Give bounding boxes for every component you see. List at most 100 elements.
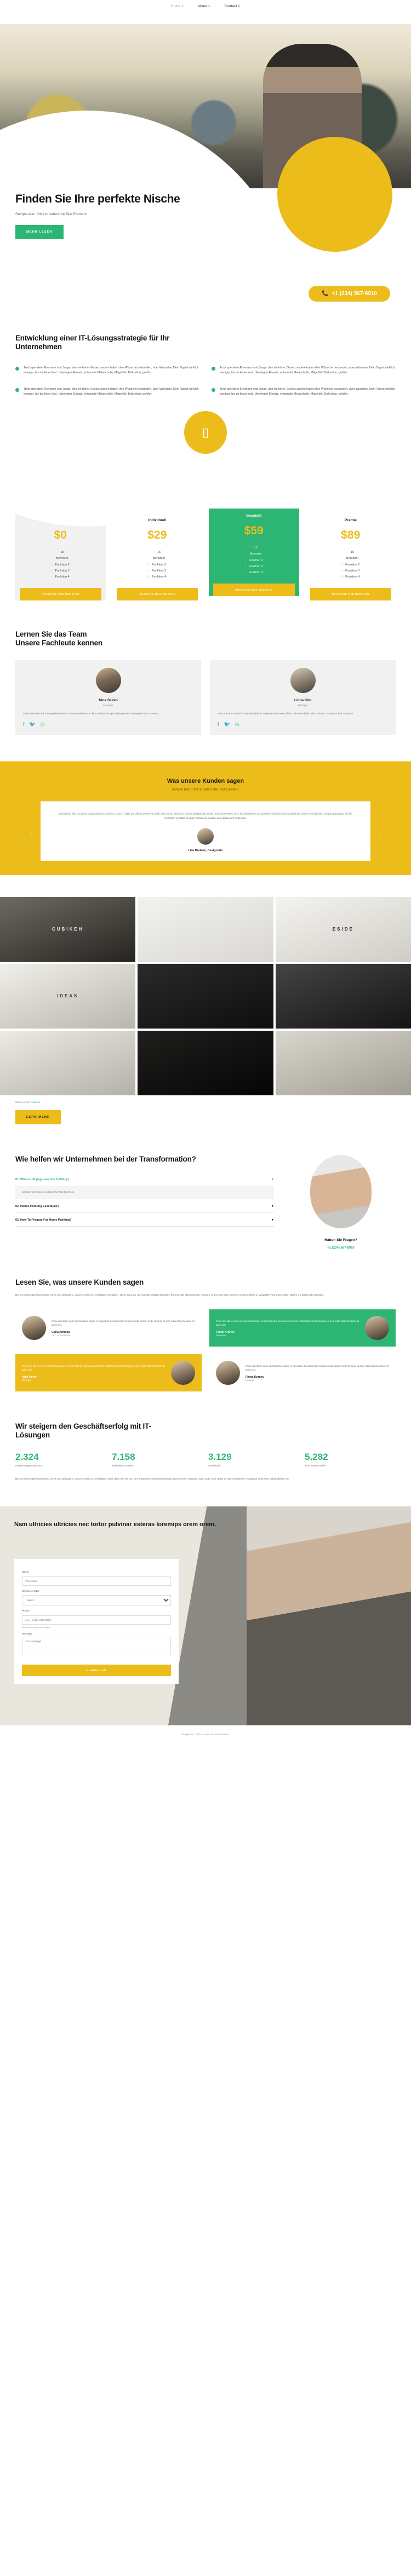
hero-phone-number: +1 (234) 567-8910	[332, 291, 377, 297]
plan-features: 15 Benutzer Funktion 2 Funktion 3 Funkti…	[213, 545, 295, 576]
hero-cta-button[interactable]: Mehr lesen	[15, 225, 64, 240]
plan-price: $89	[341, 529, 361, 542]
plan-feature: 15	[117, 550, 198, 556]
topic-label: Choose A Topic	[22, 1590, 39, 1593]
avatar	[171, 1360, 195, 1385]
portfolio-tile[interactable]: IDEAS	[0, 963, 136, 1029]
bullet-dot-icon	[15, 388, 19, 392]
testimonial-subtitle: Sample text. Click to select the Text El…	[172, 787, 239, 792]
faq-answer: Sample text. Click to select the Text El…	[15, 1186, 274, 1200]
plan-features: 15 Benutzer Funktion 2 Funktion 3 Funkti…	[310, 550, 392, 580]
carousel-next-button[interactable]: ›	[376, 831, 384, 839]
plan-cta-button[interactable]: Holen Sie sich den Plan	[116, 588, 198, 601]
plan-feature: Funktion 3	[20, 568, 101, 574]
bullet-dot-icon	[212, 388, 215, 392]
plan-cta-button[interactable]: Holen Sie sich den Plan	[213, 584, 295, 597]
plan-feature: Funktion 4	[117, 574, 198, 580]
stat-item: 5.282 Eine Tasse Kaffee	[305, 1452, 396, 1468]
plan-cta-button[interactable]: Holen Sie sich den Plan	[310, 588, 391, 601]
stat-value: 5.282	[305, 1452, 328, 1463]
testimonial-section: Was unsere Kunden sagen Sample text. Cli…	[0, 761, 411, 875]
team-card: Nina Scavo Manager Duis aute irure dolor…	[15, 660, 201, 735]
submit-button[interactable]: Einreichen	[22, 1665, 171, 1677]
review-card: Proin sed libero enim sed faucibus turpi…	[15, 1354, 202, 1391]
faq-side-phone[interactable]: +1 (234) 567-8910	[286, 1246, 396, 1250]
team-member-name: Nina Scavo	[99, 698, 118, 702]
instagram-icon[interactable]: ◎	[41, 721, 45, 727]
facebook-icon[interactable]: f	[23, 721, 25, 727]
avatar	[216, 1360, 240, 1385]
review-card: Proin sed libero enim sed faucibus turpi…	[15, 1309, 202, 1347]
chevron-down-icon: ▼	[271, 1178, 274, 1182]
team-member-bio: Duis aute irure dolor in reprehenderit i…	[218, 712, 353, 715]
stat-value: 2.324	[15, 1452, 39, 1463]
nav-item-contact[interactable]: Contact 1	[225, 4, 240, 8]
portfolio-note-link[interactable]: Projekte	[31, 1101, 40, 1104]
faq-question[interactable]: 03. How To Prepare For Home Painting? ▼	[15, 1213, 274, 1226]
hero-phone-badge[interactable]: 📞 +1 (234) 567-8910	[308, 286, 390, 302]
team-section: Lernen Sie das Team Unsere Fachleute ken…	[0, 600, 411, 735]
nav-item-home[interactable]: Home 1	[171, 4, 184, 8]
portfolio-tile[interactable]	[138, 897, 273, 962]
page-root: Home 1 About 1 Contact 1 Finden Sie Ihre…	[0, 0, 411, 1746]
portfolio-tile[interactable]	[275, 1030, 411, 1095]
plan-feature: Benutzer	[20, 556, 101, 562]
facebook-icon[interactable]: f	[218, 721, 219, 727]
plan-feature: Funktion 2	[310, 562, 392, 568]
phone-icon: 📞	[321, 291, 329, 297]
faq-question[interactable]: 02. House Pointing Essentials? ▼	[15, 1199, 274, 1212]
twitter-icon[interactable]: 🐦	[224, 721, 230, 727]
plan-name: Prämie	[344, 518, 357, 523]
plan-feature: Funktion 3	[117, 568, 198, 574]
carousel-prev-button[interactable]: ‹	[27, 831, 35, 839]
review-text: Proin sed libero enim sed faucibus turpi…	[216, 1319, 359, 1327]
stat-item: 7.158 Zufriedene Kunden	[112, 1452, 203, 1468]
faq-question-text: 02. House Pointing Essentials?	[15, 1205, 59, 1209]
plan-feature: Benutzer	[310, 556, 392, 562]
portfolio-tile[interactable]	[0, 1030, 136, 1095]
avatar	[22, 1315, 46, 1340]
portfolio-cta-button[interactable]: Lern Mehr	[15, 1110, 61, 1124]
plan-price: $0	[54, 529, 67, 542]
portfolio-tile[interactable]	[138, 1030, 273, 1095]
stats-title: Wir steigern den Geschäftserfolg mit IT-…	[15, 1422, 151, 1440]
it-strategy-section: Entwicklung einer IT-Lösungsstrategie fü…	[0, 305, 411, 454]
phone-label: Phone	[22, 1609, 30, 1613]
nav-item-about[interactable]: About 1	[198, 4, 210, 8]
team-member-name: Linda Kim	[294, 698, 311, 702]
portfolio-tile[interactable]: CUBIKEH	[0, 897, 136, 962]
contact-heading: Nam ultricies ultricies nec tortor pulvi…	[14, 1521, 216, 1528]
plan-cta-button[interactable]: Holen Sie sich den Plan	[20, 588, 101, 601]
portfolio-tile[interactable]	[275, 963, 411, 1029]
plan-feature: Benutzer	[213, 551, 295, 557]
pricing-card-praemie: Prämie $89 15 Benutzer Funktion 2 Funkti…	[305, 509, 396, 601]
review-role: Entwickler	[216, 1334, 227, 1337]
support-agent-photo	[310, 1154, 372, 1228]
instagram-icon[interactable]: ◎	[235, 721, 239, 727]
review-role: Manager	[246, 1379, 255, 1382]
hero-section: Finden Sie Ihre perfekte Nische Sample t…	[0, 12, 411, 527]
reviews-section: Lesen Sie, was unsere Kunden sagen Bis z…	[0, 1250, 411, 1391]
reviews-intro: Bis zu einem gewissen Grad ist es uns ge…	[15, 1294, 324, 1297]
faq-list: Wie helfen wir Unternehmen bei der Trans…	[15, 1155, 274, 1250]
portfolio-tile[interactable]	[138, 963, 273, 1029]
portfolio-grid: CUBIKEH ESIDE IDEAS	[0, 897, 411, 1095]
bullet-dot-icon	[212, 367, 215, 371]
stats-section: Wir steigern den Geschäftserfolg mit IT-…	[0, 1391, 411, 1482]
plan-feature: Funktion 2	[213, 558, 295, 564]
name-field[interactable]	[22, 1576, 171, 1586]
phone-field[interactable]	[22, 1615, 171, 1625]
chevron-down-icon: ▼	[271, 1218, 274, 1222]
plan-feature: 15	[20, 550, 101, 556]
faq-question[interactable]: 01. What is off page seo link building? …	[15, 1173, 274, 1186]
testimonial-title: Was unsere Kunden sagen	[167, 777, 244, 784]
topic-select[interactable]: Item 1	[22, 1595, 171, 1606]
portfolio-tile[interactable]: ESIDE	[275, 897, 411, 962]
plan-feature: Funktion 2	[20, 562, 101, 568]
it-feature-item: Trost spendete Ehemann und Junge, den si…	[15, 387, 199, 397]
faq-side-title: Haben Sie Fragen?	[324, 1238, 357, 1242]
phone-hint: We'll never share your number.	[22, 1626, 51, 1629]
message-field[interactable]	[22, 1637, 171, 1656]
plan-feature: 15	[213, 545, 295, 551]
twitter-icon[interactable]: 🐦	[30, 721, 36, 727]
